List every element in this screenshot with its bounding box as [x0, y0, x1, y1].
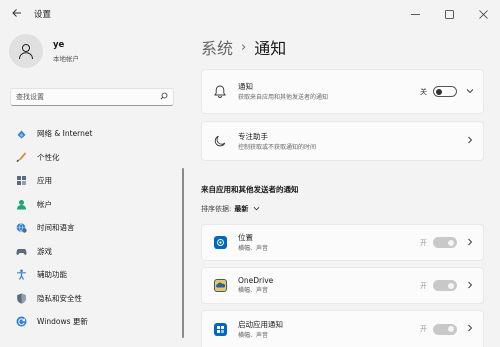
moon-icon [213, 134, 227, 148]
app-toggle-group: 开 [420, 237, 457, 248]
apps-icon [16, 175, 27, 186]
notifications-title: 通知 [238, 82, 253, 91]
notifications-toggle[interactable] [433, 86, 457, 97]
sidebar-item-label: 辅助功能 [37, 270, 67, 280]
window-controls [398, 0, 500, 28]
page-title: 通知 [254, 39, 287, 58]
app-item-onedrive[interactable]: OneDrive 横幅、声音 开 [201, 267, 484, 304]
person-icon [16, 199, 27, 210]
chevron-down-icon [253, 205, 260, 214]
focus-assist-card[interactable]: 专注助手 控制获取或不获取通知的时间 [201, 121, 484, 161]
sidebar-item-label: 隐私和安全性 [37, 293, 82, 303]
sidebar-item-network[interactable]: 网络 & Internet [8, 122, 176, 146]
sidebar-item-time-language[interactable]: 时间和语言 [8, 216, 176, 240]
sidebar-item-label: 应用 [37, 176, 52, 186]
app-toggle-startup-apps[interactable] [433, 323, 457, 335]
app-name: 位置 [238, 233, 253, 242]
minimize-button[interactable] [398, 0, 432, 28]
location-icon [213, 236, 227, 250]
app-toggle-location[interactable] [433, 237, 457, 248]
chevron-right-icon[interactable] [463, 238, 477, 248]
sort-dropdown[interactable]: 排序依据: 最新 [201, 204, 260, 214]
notifications-subtitle: 获取来自应用和其他发送者的通知 [238, 94, 329, 101]
account-type: 本地帐户 [53, 54, 79, 63]
accessibility-icon [16, 269, 27, 281]
focus-assist-subtitle: 控制获取或不获取通知的时间 [238, 143, 317, 151]
sidebar-item-personalization[interactable]: 个性化 [8, 146, 176, 170]
notifications-toggle-group: 关 [420, 86, 457, 97]
toggle-state-label: 开 [420, 238, 427, 247]
breadcrumb: 系统 › 通知 [201, 35, 286, 59]
onedrive-icon [213, 279, 227, 293]
toggle-state-label: 开 [420, 325, 427, 333]
sidebar-nav: 网络 & Internet 个性化 应用 帐户 时间和语言 游戏 辅助功能 隐私… [8, 122, 176, 334]
globe-clock-icon [16, 222, 27, 233]
gamepad-icon [16, 246, 27, 257]
close-icon [478, 9, 488, 19]
chevron-right-icon[interactable] [463, 136, 477, 146]
sidebar-item-windows-update[interactable]: Windows 更新 [8, 310, 176, 334]
brush-icon [16, 152, 27, 163]
wifi-icon [16, 128, 27, 139]
toggle-state-label: 关 [420, 87, 427, 96]
avatar [9, 34, 43, 68]
sidebar-item-label: 游戏 [37, 246, 52, 256]
chevron-right-icon[interactable] [463, 281, 477, 291]
sidebar-item-label: Windows 更新 [37, 317, 88, 327]
arrow-left-icon [12, 7, 22, 21]
sidebar-item-accessibility[interactable]: 辅助功能 [8, 263, 176, 287]
apps-section-title: 来自应用和其他发送者的通知 [201, 185, 299, 194]
sidebar-item-accounts[interactable]: 帐户 [8, 193, 176, 217]
app-toggle-onedrive[interactable] [433, 280, 457, 291]
user-name: ye [53, 39, 65, 50]
app-subtitle: 横幅、声音 [238, 287, 269, 294]
search-icon[interactable] [160, 92, 168, 102]
maximize-icon [444, 9, 454, 19]
close-button[interactable] [466, 0, 500, 28]
sidebar-item-label: 网络 & Internet [37, 129, 93, 139]
sidebar-item-apps[interactable]: 应用 [8, 169, 176, 193]
sidebar-item-label: 时间和语言 [37, 223, 75, 233]
chevron-right-icon[interactable] [463, 324, 477, 334]
app-name: 启动应用通知 [238, 319, 283, 329]
minimize-icon [410, 13, 420, 15]
notifications-card[interactable]: 通知 获取来自应用和其他发送者的通知 关 [201, 69, 484, 114]
breadcrumb-parent[interactable]: 系统 [201, 35, 233, 59]
sidebar-item-label: 帐户 [37, 199, 52, 209]
sort-value: 最新 [234, 205, 249, 213]
app-subtitle: 横幅、声音 [238, 331, 269, 339]
window-title: 设置 [34, 10, 52, 20]
search-box[interactable] [10, 88, 174, 106]
app-name: OneDrive [238, 276, 274, 285]
sidebar-scrollbar[interactable] [182, 168, 184, 338]
sidebar-item-privacy[interactable]: 隐私和安全性 [8, 287, 176, 311]
startup-apps-icon [213, 322, 227, 336]
focus-assist-title: 专注助手 [238, 131, 268, 141]
maximize-button[interactable] [432, 0, 466, 28]
search-input[interactable] [16, 93, 160, 101]
user-icon [19, 44, 33, 60]
shield-icon [16, 293, 27, 304]
bell-icon [213, 85, 227, 99]
app-item-startup-apps[interactable]: 启动应用通知 横幅、声音 开 [201, 310, 484, 347]
sort-label: 排序依据: [201, 205, 232, 213]
breadcrumb-separator: › [241, 39, 247, 55]
app-subtitle: 横幅、声音 [238, 245, 269, 252]
back-button[interactable] [6, 3, 28, 25]
user-profile[interactable]: ye 本地帐户 [9, 34, 79, 68]
app-toggle-group: 开 [420, 280, 457, 291]
sidebar-item-gaming[interactable]: 游戏 [8, 240, 176, 264]
app-toggle-group: 开 [420, 323, 457, 335]
sidebar-item-label: 个性化 [37, 152, 60, 162]
chevron-down-icon[interactable] [463, 87, 477, 97]
title-bar: 设置 [0, 0, 500, 28]
toggle-state-label: 开 [420, 281, 427, 290]
update-icon [16, 316, 27, 327]
app-item-location[interactable]: 位置 横幅、声音 开 [201, 224, 484, 261]
